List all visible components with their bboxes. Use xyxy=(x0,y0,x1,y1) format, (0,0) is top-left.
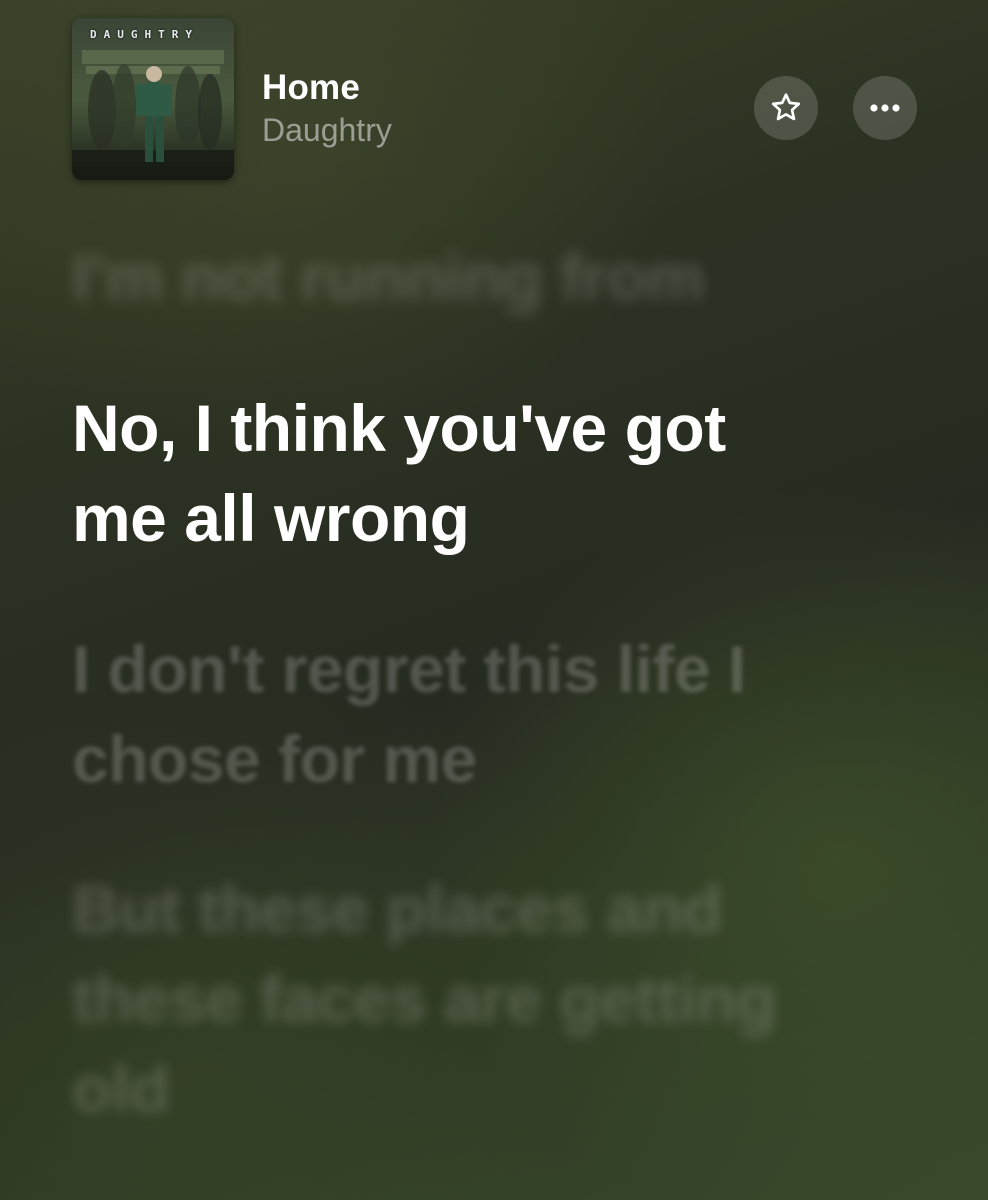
track-info: Home Daughtry xyxy=(262,68,392,150)
album-cover[interactable]: DAUGHTRY xyxy=(72,18,234,180)
star-icon xyxy=(771,93,801,121)
lyric-line-next[interactable]: But these places and these faces are get… xyxy=(72,864,872,1134)
album-art-image xyxy=(72,18,234,180)
ellipsis-icon xyxy=(870,104,900,112)
lyric-line-next[interactable]: I don't regret this life I chose for me xyxy=(72,624,852,804)
track-artist[interactable]: Daughtry xyxy=(262,110,392,150)
now-playing-header: DAUGHTRY Home Daughtry xyxy=(72,18,918,182)
album-band-text: DAUGHTRY xyxy=(90,28,199,41)
more-options-button[interactable] xyxy=(853,76,917,140)
favorite-button[interactable] xyxy=(754,76,818,140)
lyric-line-previous[interactable]: I'm not running from xyxy=(72,232,932,322)
track-title[interactable]: Home xyxy=(262,68,392,108)
lyric-line-current[interactable]: No, I think you've got me all wrong xyxy=(72,383,832,563)
